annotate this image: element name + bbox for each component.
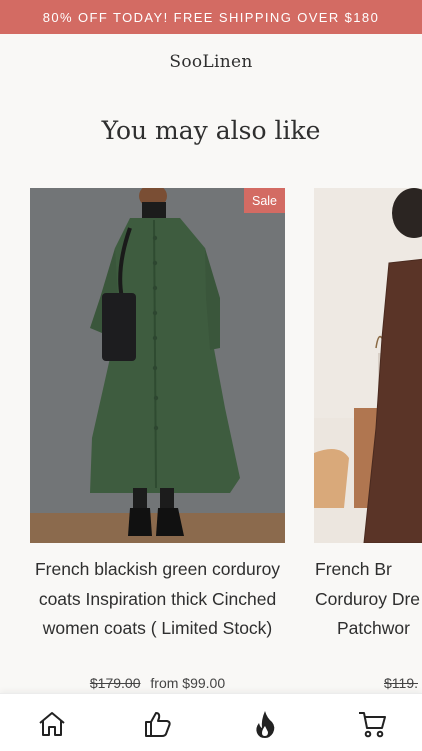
nav-trending-button[interactable] [245, 706, 285, 742]
product-title[interactable]: French blackish green corduroy coats Ins… [30, 555, 285, 644]
product-price: $119. [384, 675, 422, 691]
nav-home-button[interactable] [32, 706, 72, 742]
cart-icon [359, 712, 386, 738]
product-image[interactable] [314, 188, 422, 543]
product-photo-brown-dress [314, 188, 422, 543]
home-icon [39, 712, 65, 736]
nav-recommend-button[interactable] [138, 706, 178, 742]
section-title: You may also like [101, 116, 321, 145]
product-title[interactable]: French Br Corduroy Dre Patchwor [305, 555, 422, 644]
store-logo[interactable]: SooLinen [0, 52, 422, 72]
compare-price: $179.00 [89, 675, 141, 691]
product-title-line: Corduroy Dre [315, 588, 421, 609]
nav-cart-button[interactable] [352, 706, 392, 742]
promo-banner[interactable]: 80% OFF TODAY! FREE SHIPPING OVER $180 [0, 0, 422, 34]
bottom-nav [0, 693, 422, 751]
product-price: $179.00 from $99.00 [30, 675, 285, 691]
product-photo-green-coat [30, 188, 285, 543]
thumbs-up-icon [145, 712, 171, 737]
promo-text: 80% OFF TODAY! FREE SHIPPING OVER $180 [42, 9, 380, 25]
sale-badge: Sale [244, 188, 285, 213]
product-image[interactable]: Sale [30, 188, 285, 543]
compare-price: $119. [384, 675, 418, 691]
sale-price: from $99.00 [150, 675, 226, 691]
flame-icon [256, 711, 275, 738]
product-title-line: Patchwor [337, 618, 410, 638]
product-title-line: French Br [315, 559, 392, 579]
